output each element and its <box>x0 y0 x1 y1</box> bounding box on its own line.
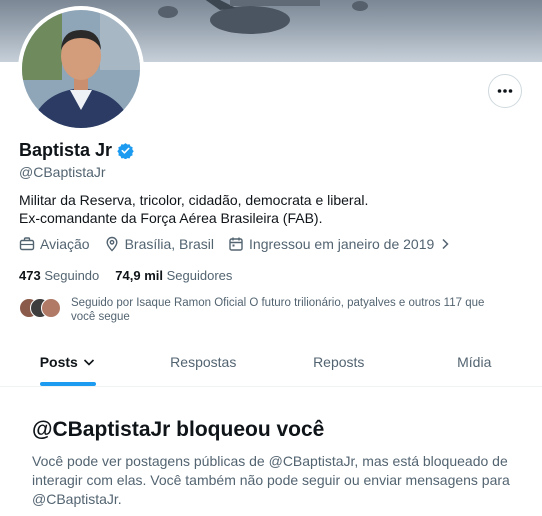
tab-midia[interactable]: Mídia <box>407 338 542 386</box>
bio-line: Ex-comandante da Força Aérea Brasileira … <box>19 210 323 226</box>
joined-label: Ingressou em janeiro de 2019 <box>249 236 435 252</box>
location-label: Brasília, Brasil <box>124 236 215 252</box>
profile-tabs: Posts Respostas Reposts Mídia <box>0 338 542 387</box>
chevron-down-icon <box>83 359 94 366</box>
verified-badge-icon[interactable] <box>117 142 134 159</box>
followers-label: Seguidores <box>166 268 233 283</box>
tab-posts[interactable]: Posts <box>0 338 136 386</box>
follower-avatars <box>19 296 63 318</box>
followed-by[interactable]: Seguido por Isaque Ramon Oficial O futur… <box>19 296 511 324</box>
profile-category: Aviação <box>19 236 90 252</box>
calendar-icon <box>229 237 243 251</box>
followers-count: 74,9 mil <box>115 268 163 283</box>
location-pin-icon <box>106 236 118 252</box>
category-label: Aviação <box>40 236 90 252</box>
profile-location: Brasília, Brasil <box>104 236 214 252</box>
profile-handle: @CBaptistaJr <box>19 164 106 180</box>
profile-name-row: Baptista Jr <box>19 140 134 161</box>
tab-label: Reposts <box>313 354 365 370</box>
bio-line: Militar da Reserva, tricolor, cidadão, d… <box>19 192 369 208</box>
profile-bio: Militar da Reserva, tricolor, cidadão, d… <box>19 191 368 227</box>
more-horizontal-icon <box>497 89 513 93</box>
profile-avatar[interactable] <box>18 6 144 132</box>
followed-by-text: Seguido por Isaque Ramon Oficial O futur… <box>71 297 485 323</box>
tab-label: Mídia <box>457 354 492 370</box>
briefcase-icon <box>19 237 35 251</box>
active-tab-indicator <box>39 382 96 386</box>
blocked-title: @CBaptistaJr bloqueou você <box>32 418 325 441</box>
follow-stats: 473 Seguindo 74,9 mil Seguidores <box>19 268 232 283</box>
profile-joined[interactable]: Ingressou em janeiro de 2019 <box>228 236 451 252</box>
profile-name: Baptista Jr <box>19 140 113 160</box>
tab-label: Posts <box>39 354 78 370</box>
tab-reposts[interactable]: Reposts <box>271 338 407 386</box>
tab-respostas[interactable]: Respostas <box>136 338 272 386</box>
more-options-button[interactable] <box>488 74 522 108</box>
avatar <box>41 298 61 318</box>
chevron-right-icon <box>442 238 449 250</box>
profile-meta: Aviação Brasília, Brasil Ingressou em ja… <box>19 236 451 252</box>
tab-label: Respostas <box>170 354 237 370</box>
following-link[interactable]: 473 Seguindo <box>19 268 99 283</box>
blocked-message: Você pode ver postagens públicas de @CBa… <box>32 453 510 507</box>
following-count: 473 <box>19 268 41 283</box>
followers-link[interactable]: 74,9 mil Seguidores <box>115 268 232 283</box>
following-label: Seguindo <box>44 268 100 283</box>
